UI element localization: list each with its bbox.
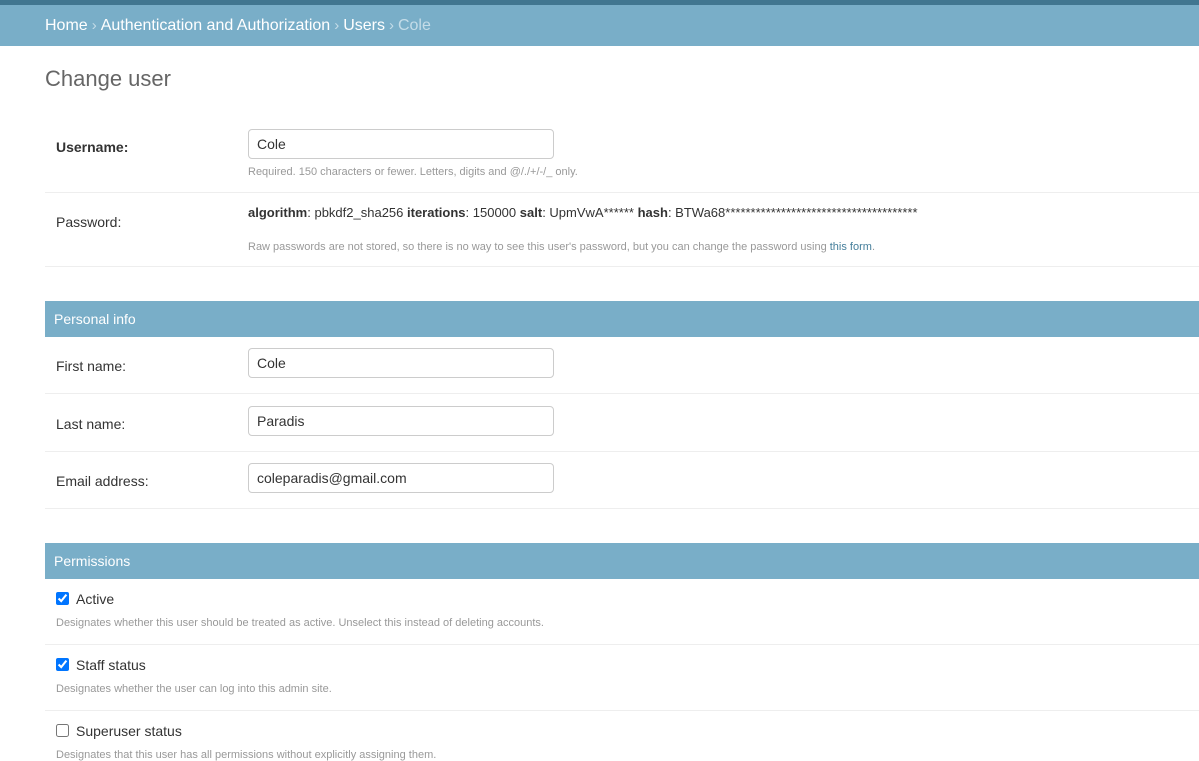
email-label: Email address: [56,473,149,489]
username-row: Username: Required. 150 characters or fe… [45,117,1199,193]
breadcrumb-separator: › [91,17,97,34]
password-label: Password: [56,214,122,230]
password-help-text: Raw passwords are not stored, so there i… [248,241,827,253]
username-label: Username: [56,139,129,155]
username-input[interactable] [248,129,554,159]
breadcrumb-app-link[interactable]: Authentication and Authorization [101,17,331,34]
password-iterations-label: iterations [407,205,466,220]
staff-row: Staff status Designates whether the user… [45,645,1199,711]
staff-status-label[interactable]: Staff status [76,657,146,673]
active-help: Designates whether this user should be t… [56,617,544,629]
password-algorithm-label: algorithm [248,205,308,220]
page-title: Change user [45,66,171,91]
password-algorithm-value: pbkdf2_sha256 [314,205,404,220]
password-iterations-value: 150000 [472,205,517,220]
email-row: Email address: [45,452,1199,509]
personal-info-header: Personal info [45,301,1199,337]
permissions-header: Permissions [45,543,1199,579]
active-row: Active Designates whether this user shou… [45,579,1199,645]
first-name-input[interactable] [248,348,554,378]
superuser-status-checkbox[interactable] [56,724,69,737]
email-input[interactable] [248,463,554,493]
password-salt-value: UpmVwA****** [549,205,634,220]
password-help-suffix: . [871,241,875,253]
password-hash-label: hash [637,205,668,220]
breadcrumb-separator: › [388,17,394,34]
breadcrumb-current: Cole [397,17,431,34]
first-name-row: First name: [45,337,1199,394]
breadcrumb-home-link[interactable]: Home [45,17,88,34]
change-password-link[interactable]: this form [830,241,872,253]
breadcrumb-separator: › [334,17,340,34]
last-name-row: Last name: [45,394,1199,452]
superuser-status-label[interactable]: Superuser status [76,723,182,739]
password-hash-value: BTWa68**********************************… [675,205,918,220]
staff-status-help: Designates whether the user can log into… [56,683,332,695]
breadcrumb-model-link[interactable]: Users [343,17,385,34]
first-name-label: First name: [56,358,127,374]
password-help: Raw passwords are not stored, so there i… [248,241,875,253]
password-salt-label: salt [519,205,543,220]
active-label[interactable]: Active [76,591,114,607]
active-checkbox[interactable] [56,592,69,605]
last-name-label: Last name: [56,416,126,432]
last-name-input[interactable] [248,406,554,436]
staff-status-checkbox[interactable] [56,658,69,671]
breadcrumb: Home › Authentication and Authorization › Us… [0,5,1199,46]
password-row: Password: algorithm: pbkdf2_sha256 itera… [45,193,1199,267]
username-help: Required. 150 characters or fewer. Lette… [248,166,578,178]
superuser-status-help: Designates that this user has all permis… [56,749,437,761]
password-hash-summary: algorithm: pbkdf2_sha256 iterations: 150… [248,205,918,220]
superuser-row: Superuser status Designates that this us… [45,711,1199,761]
